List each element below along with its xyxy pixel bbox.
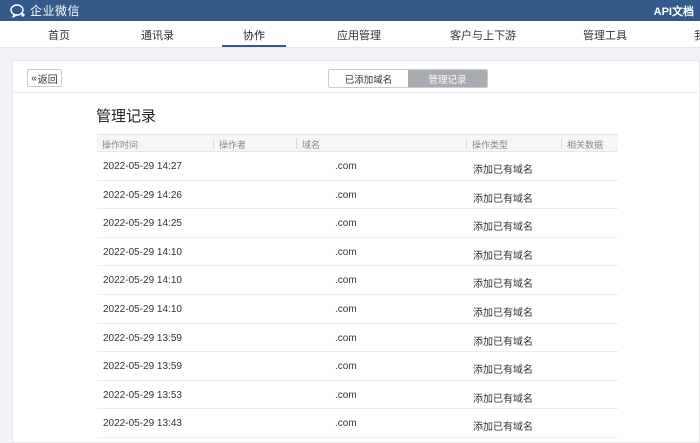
cell-time: 2022-05-29 14:10 bbox=[103, 303, 182, 315]
cell-time: 2022-05-29 13:59 bbox=[103, 332, 182, 344]
cell-domain: .com bbox=[335, 418, 357, 430]
cell-time: 2022-05-29 14:10 bbox=[103, 275, 182, 287]
tab-added-domains[interactable]: 已添加域名 bbox=[329, 70, 408, 87]
table-row: 2022-05-29 14:10 .com 添加已有域名 bbox=[97, 238, 618, 267]
cell-time: 2022-05-29 14:25 bbox=[103, 218, 182, 230]
cell-time: 2022-05-29 13:53 bbox=[103, 389, 182, 401]
app-logo[interactable]: 企业微信 bbox=[10, 2, 80, 19]
cell-domain: .com bbox=[335, 361, 357, 373]
page-title: 管理记录 bbox=[96, 108, 157, 125]
cell-domain: .com bbox=[335, 275, 357, 287]
nav-item-tools[interactable]: 管理工具 bbox=[583, 27, 627, 43]
table-row: 2022-05-29 14:27 .com 添加已有域名 bbox=[97, 152, 618, 181]
content-panel: « 返回 已添加域名 管理记录 管理记录 操作时间 操作者 域名 操作类型 相关… bbox=[12, 60, 700, 443]
cell-type: 添加已有域名 bbox=[473, 279, 533, 291]
column-divider bbox=[561, 138, 562, 149]
sub-header: « 返回 已添加域名 管理记录 bbox=[13, 61, 700, 93]
cell-type: 添加已有域名 bbox=[473, 165, 533, 176]
segment-control: 已添加域名 管理记录 bbox=[328, 69, 488, 88]
table-row: 2022-05-29 13:53 .com 添加已有域名 bbox=[97, 381, 618, 410]
cell-type: 添加已有域名 bbox=[473, 250, 533, 262]
table-row: 2022-05-29 13:59 .com 添加已有域名 bbox=[97, 352, 618, 381]
nav-item-home[interactable]: 首页 bbox=[48, 27, 70, 43]
cell-type: 添加已有域名 bbox=[473, 193, 533, 205]
nav-item-customers[interactable]: 客户与上下游 bbox=[450, 27, 516, 43]
table-row: 2022-05-29 14:10 .com 添加已有域名 bbox=[97, 266, 618, 295]
double-chevron-left-icon: « bbox=[31, 72, 37, 84]
cell-type: 添加已有域名 bbox=[473, 336, 533, 348]
column-divider bbox=[466, 138, 467, 149]
cell-domain: .com bbox=[335, 246, 357, 258]
cell-type: 添加已有域名 bbox=[473, 307, 533, 319]
table-row: 2022-05-29 13:59 .com 添加已有域名 bbox=[97, 324, 618, 353]
top-bar: 企业微信 API文档 bbox=[0, 0, 700, 21]
nav-item-me[interactable]: 我 bbox=[694, 27, 700, 43]
nav-active-indicator bbox=[222, 45, 286, 47]
main-nav: 首页 通讯录 协作 应用管理 客户与上下游 管理工具 我 bbox=[0, 21, 700, 48]
nav-item-collaboration[interactable]: 协作 bbox=[243, 27, 265, 43]
cell-domain: .com bbox=[335, 218, 357, 230]
cell-time: 2022-05-29 13:43 bbox=[103, 418, 182, 430]
table-row: 2022-05-29 14:10 .com 添加已有域名 bbox=[97, 295, 618, 324]
cell-type: 添加已有域名 bbox=[473, 365, 533, 377]
table-row: 2022-05-29 13:43 .com 添加已有域名 bbox=[97, 409, 618, 438]
column-header-related: 相关数据 bbox=[567, 140, 604, 150]
table-row: 2022-05-29 14:26 .com 添加已有域名 bbox=[97, 181, 618, 210]
table-body: 2022-05-29 14:27 .com 添加已有域名 2022-05-29 14:… bbox=[97, 152, 618, 438]
cell-time: 2022-05-29 14:27 bbox=[103, 161, 182, 172]
cell-type: 添加已有域名 bbox=[473, 422, 533, 434]
column-divider bbox=[213, 138, 214, 149]
wecom-logo-icon bbox=[10, 3, 25, 18]
cell-type: 添加已有域名 bbox=[473, 393, 533, 405]
column-header-type: 操作类型 bbox=[472, 140, 509, 150]
cell-type: 添加已有域名 bbox=[473, 222, 533, 234]
column-header-time: 操作时间 bbox=[102, 140, 139, 150]
cell-time: 2022-05-29 14:10 bbox=[103, 246, 182, 258]
cell-domain: .com bbox=[335, 189, 357, 201]
app-title: 企业微信 bbox=[30, 4, 81, 18]
nav-item-contacts[interactable]: 通讯录 bbox=[141, 27, 174, 43]
api-docs-link[interactable]: API文档 bbox=[654, 3, 694, 19]
cell-domain: .com bbox=[335, 161, 357, 172]
cell-time: 2022-05-29 14:26 bbox=[103, 189, 182, 201]
column-header-operator: 操作者 bbox=[219, 140, 247, 150]
records-table: 操作时间 操作者 域名 操作类型 相关数据 2022-05-29 14:27 .c… bbox=[97, 134, 618, 438]
tab-management-records[interactable]: 管理记录 bbox=[408, 70, 487, 87]
column-header-domain: 域名 bbox=[302, 140, 321, 150]
back-button-label: 返回 bbox=[37, 74, 58, 86]
cell-time: 2022-05-29 13:59 bbox=[103, 361, 182, 373]
back-button[interactable]: « 返回 bbox=[27, 69, 62, 87]
column-divider bbox=[296, 138, 297, 149]
cell-domain: .com bbox=[335, 332, 357, 344]
table-header: 操作时间 操作者 域名 操作类型 相关数据 bbox=[97, 134, 618, 152]
table-row: 2022-05-29 14:25 .com 添加已有域名 bbox=[97, 209, 618, 238]
cell-domain: .com bbox=[335, 389, 357, 401]
nav-item-app-management[interactable]: 应用管理 bbox=[337, 27, 381, 43]
cell-domain: .com bbox=[335, 303, 357, 315]
